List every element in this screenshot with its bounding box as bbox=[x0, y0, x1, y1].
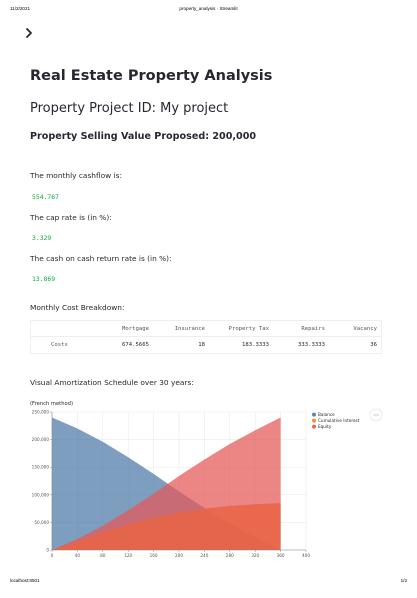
x-tick-label: 0 bbox=[51, 553, 54, 558]
sidebar-toggle-button[interactable] bbox=[24, 24, 34, 38]
cashflow-label: The monthly cashflow is: bbox=[30, 171, 122, 180]
cash-on-cash-value: 13.869 bbox=[32, 275, 56, 283]
y-tick-label: 50,000 bbox=[34, 520, 49, 525]
x-tick-label: 320 bbox=[251, 553, 259, 558]
y-tick-label: 100,000 bbox=[32, 492, 50, 497]
cap-rate-value: 3.329 bbox=[32, 234, 52, 242]
cap-rate-label: The cap rate is (in %): bbox=[30, 213, 112, 222]
row-header: Costs bbox=[51, 342, 68, 348]
more-horizontal-icon bbox=[377, 414, 379, 416]
legend-label: Cumulative Interest bbox=[318, 418, 360, 423]
x-tick-label: 200 bbox=[175, 553, 183, 558]
x-tick-label: 80 bbox=[100, 553, 106, 558]
table-header-row: Mortgage Insurance Property Tax Repairs … bbox=[31, 321, 381, 337]
print-url: localhost:8501 bbox=[10, 578, 40, 583]
x-tick-label: 240 bbox=[200, 553, 208, 558]
y-tick-label: 250,000 bbox=[32, 410, 50, 415]
cash-on-cash-label: The cash on cash return rate is (in %): bbox=[30, 254, 172, 263]
chart-title: (French method) bbox=[30, 401, 73, 407]
project-id-heading: Property Project ID: My project bbox=[30, 101, 229, 116]
column-header[interactable]: Insurance bbox=[149, 321, 205, 337]
more-horizontal-icon bbox=[375, 414, 377, 416]
x-tick-label: 400 bbox=[302, 553, 310, 558]
chevron-right-icon bbox=[26, 28, 32, 38]
more-horizontal-icon bbox=[373, 414, 375, 416]
legend-swatch bbox=[312, 424, 316, 429]
amortization-label: Visual Amortization Schedule over 30 yea… bbox=[30, 378, 194, 387]
x-tick-label: 120 bbox=[124, 553, 132, 558]
cashflow-value: 554.767 bbox=[32, 193, 59, 201]
legend-swatch bbox=[312, 412, 316, 417]
print-header: 11/2/2021 property_analysis · Streamlit bbox=[10, 6, 407, 14]
legend-swatch bbox=[312, 418, 316, 423]
x-tick-label: 40 bbox=[75, 553, 81, 558]
page-title: Real Estate Property Analysis bbox=[30, 68, 273, 84]
print-footer: localhost:8501 1/2 bbox=[10, 578, 407, 586]
y-tick-label: 150,000 bbox=[32, 465, 50, 470]
table-row: Costs 674.5665 18 183.3333 333.3333 36 bbox=[31, 337, 381, 353]
cost-breakdown-label: Monthly Cost Breakdown: bbox=[30, 303, 125, 312]
print-page-title: property_analysis · Streamlit bbox=[179, 6, 238, 11]
cost-breakdown-table[interactable]: Mortgage Insurance Property Tax Repairs … bbox=[30, 320, 382, 354]
legend-label: Equity bbox=[318, 424, 332, 429]
x-tick-label: 280 bbox=[226, 553, 234, 558]
column-header[interactable]: Property Tax bbox=[205, 321, 269, 337]
legend-label: Balance bbox=[318, 412, 335, 417]
x-tick-label: 360 bbox=[277, 553, 285, 558]
table-cell: 183.3333 bbox=[242, 342, 269, 348]
column-header[interactable]: Repairs bbox=[269, 321, 325, 337]
selling-value-heading: Property Selling Value Proposed: 200,000 bbox=[30, 131, 257, 142]
table-cell: 18 bbox=[198, 342, 205, 348]
y-tick-label: 0 bbox=[46, 548, 49, 553]
x-tick-label: 160 bbox=[150, 553, 158, 558]
amortization-chart[interactable]: (French method) 0 40 80 120 160 200 240 280 320 36… bbox=[30, 398, 385, 568]
table-cell: 333.3333 bbox=[298, 342, 325, 348]
column-header[interactable]: Mortgage bbox=[93, 321, 149, 337]
print-page-number: 1/2 bbox=[400, 578, 407, 583]
column-header[interactable]: Vacancy bbox=[325, 321, 377, 337]
table-cell: 36 bbox=[370, 342, 377, 348]
table-cell: 674.5665 bbox=[122, 342, 149, 348]
y-tick-label: 200,000 bbox=[32, 437, 50, 442]
